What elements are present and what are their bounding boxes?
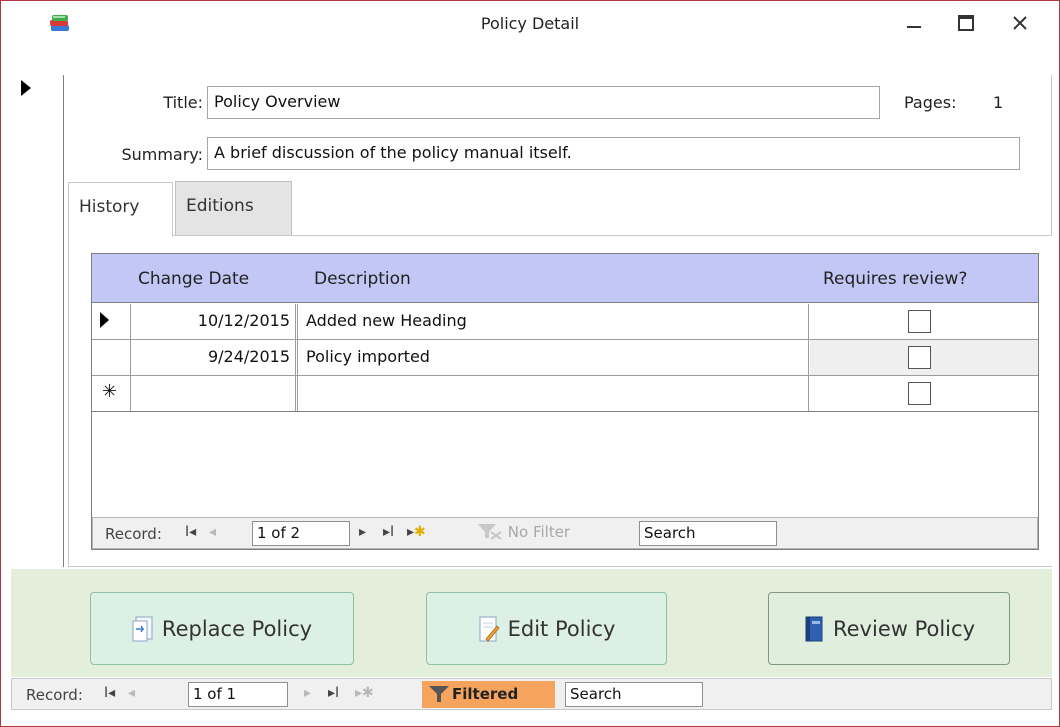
requires-review-checkbox[interactable] [908, 382, 931, 405]
filter-label: No Filter [507, 523, 571, 541]
record-position-field[interactable]: 1 of 1 [188, 682, 288, 707]
maximize-icon [958, 15, 974, 31]
description-cell[interactable]: Policy imported [301, 340, 809, 375]
tab-editions[interactable]: Editions [175, 181, 292, 235]
review-policy-button[interactable]: Review Policy [768, 592, 1010, 665]
form-record-navigation: Record: I◂ ◂ 1 of 1 ▸ ▸I ▸✱ Filtered Sea… [11, 678, 1052, 710]
edit-policy-button[interactable]: Edit Policy [426, 592, 667, 665]
summary-label: Summary: [121, 145, 203, 164]
close-button[interactable] [1005, 9, 1035, 37]
review-policy-label: Review Policy [832, 616, 975, 641]
minimize-button[interactable] [899, 9, 929, 37]
previous-record-icon[interactable]: ◂ [209, 524, 216, 540]
edit-document-icon [479, 616, 500, 642]
datasheet-header: Change Date Description Requires review? [92, 254, 1038, 303]
requires-review-checkbox[interactable] [908, 310, 931, 333]
first-record-icon[interactable]: I◂ [104, 685, 115, 701]
pages-value: 1 [993, 93, 1004, 112]
filter-icon [478, 524, 502, 540]
pages-label: Pages: [904, 93, 957, 112]
column-header-requires-review[interactable]: Requires review? [823, 269, 967, 289]
last-record-icon[interactable]: ▸I [383, 524, 394, 540]
requires-review-checkbox[interactable] [908, 346, 931, 369]
summary-field[interactable]: A brief discussion of the policy manual … [207, 137, 1020, 170]
requires-review-cell[interactable] [810, 304, 1038, 339]
record-nav-label: Record: [26, 686, 83, 704]
current-record-arrow-icon [21, 80, 31, 96]
new-record-asterisk-icon: ✳ [92, 376, 131, 411]
previous-record-icon[interactable]: ◂ [128, 685, 135, 701]
column-header-change-date[interactable]: Change Date [138, 269, 249, 289]
new-record-row[interactable]: ✳ [92, 376, 1038, 412]
filter-icon [429, 686, 449, 702]
subform-record-navigation: Record: I◂ ◂ 1 of 2 ▸ ▸I ▸✱ No Filter Se… [92, 517, 1038, 549]
form-footer: Replace Policy Edit Policy Review Policy [11, 569, 1052, 677]
search-input[interactable]: Search [639, 521, 777, 546]
change-date-cell[interactable] [132, 376, 298, 411]
replace-policy-label: Replace Policy [161, 616, 313, 641]
change-date-cell[interactable]: 10/12/2015 [132, 304, 298, 339]
title-field[interactable]: Policy Overview [207, 86, 880, 119]
title-bar: Policy Detail [1, 1, 1059, 45]
new-record-icon[interactable]: ▸✱ [355, 685, 374, 701]
next-record-icon[interactable]: ▸ [304, 685, 311, 701]
record-selector[interactable] [11, 75, 64, 567]
replace-document-icon [132, 616, 153, 641]
maximize-button[interactable] [951, 9, 981, 37]
minimize-icon [907, 26, 921, 28]
last-record-icon[interactable]: ▸I [328, 685, 339, 701]
first-record-icon[interactable]: I◂ [185, 524, 196, 540]
change-date-cell[interactable]: 9/24/2015 [132, 340, 298, 375]
replace-policy-button[interactable]: Replace Policy [90, 592, 354, 665]
close-icon [1013, 16, 1027, 30]
new-record-icon[interactable]: ▸✱ [407, 524, 426, 540]
record-nav-label: Record: [105, 525, 162, 543]
search-input[interactable]: Search [565, 682, 703, 707]
filter-toggle-button[interactable]: No Filter [477, 522, 570, 541]
table-row[interactable]: 9/24/2015 Policy imported [92, 340, 1038, 376]
edit-policy-label: Edit Policy [507, 616, 616, 641]
policy-detail-window: Policy Detail Title: Policy Overview Pag… [0, 0, 1060, 727]
filtered-label: Filtered [452, 685, 519, 703]
current-row-arrow-icon [100, 312, 109, 328]
filtered-toggle-button[interactable]: Filtered [422, 681, 555, 708]
history-datasheet: Change Date Description Requires review?… [91, 253, 1039, 550]
row-selector[interactable] [92, 340, 131, 375]
table-row[interactable]: 10/12/2015 Added new Heading [92, 304, 1038, 340]
title-label: Title: [163, 93, 203, 112]
description-cell[interactable] [301, 376, 809, 411]
requires-review-cell[interactable] [810, 376, 1038, 411]
row-selector[interactable] [92, 304, 131, 339]
column-header-description[interactable]: Description [314, 269, 411, 289]
requires-review-cell[interactable] [810, 340, 1038, 375]
description-cell[interactable]: Added new Heading [301, 304, 809, 339]
next-record-icon[interactable]: ▸ [359, 524, 366, 540]
record-position-field[interactable]: 1 of 2 [252, 521, 350, 546]
tab-history[interactable]: History [68, 182, 173, 237]
review-book-icon [805, 616, 823, 641]
